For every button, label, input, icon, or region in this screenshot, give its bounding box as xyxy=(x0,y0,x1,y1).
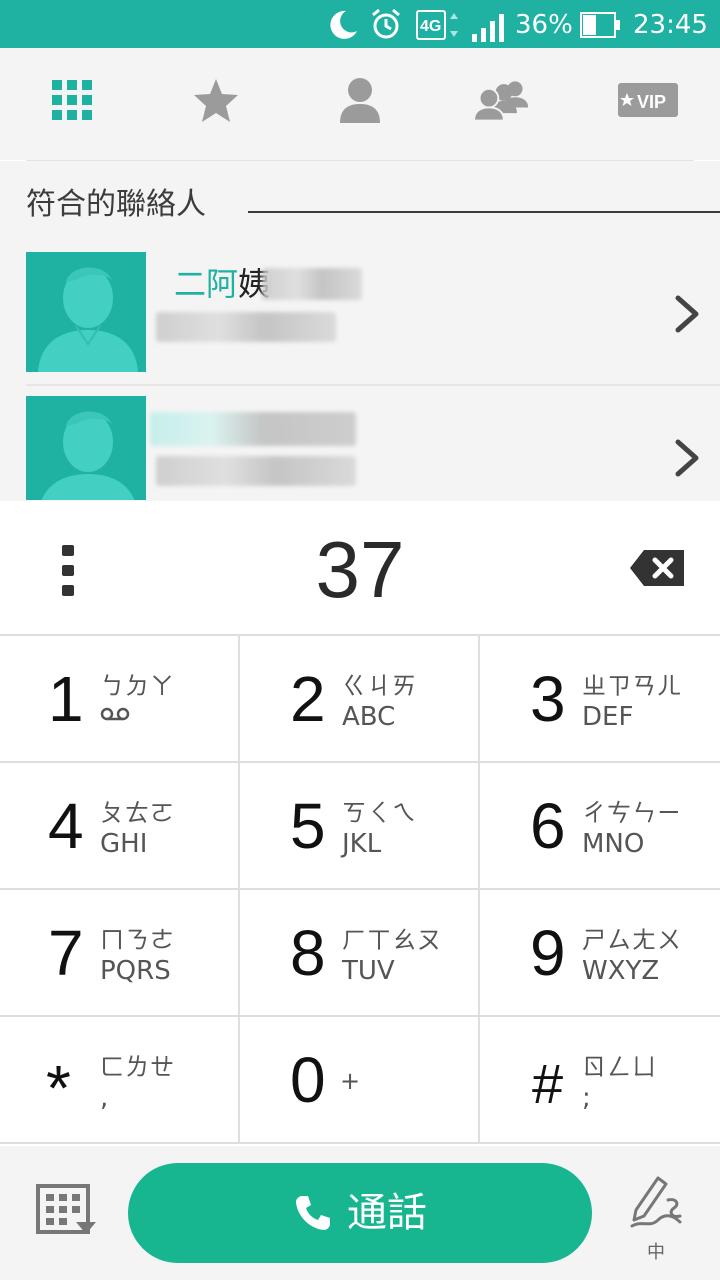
battery-percent: 36% xyxy=(515,10,573,40)
key-letters: GHI xyxy=(100,829,148,859)
key-5[interactable]: 5 ㄎㄑㄟ JKL xyxy=(240,763,480,890)
key-letters: PQRS xyxy=(100,956,171,986)
status-bar: 4G 36% 23:45 xyxy=(0,0,720,48)
key-zhuyin: ㄇㄋㄜ xyxy=(100,926,175,954)
tab-dialpad[interactable] xyxy=(44,76,100,124)
key-4[interactable]: 4 ㄆㄊㄛ GHI xyxy=(0,763,240,890)
key-hash[interactable]: # ㄖㄥㄩ ; xyxy=(480,1017,720,1144)
person-icon xyxy=(340,78,380,123)
divider xyxy=(26,160,694,161)
tab-bar: VIP xyxy=(0,48,720,160)
call-label: 通話 xyxy=(347,1190,427,1236)
key-digit: 3 xyxy=(530,663,566,735)
key-letters: , xyxy=(100,1083,109,1113)
key-letters: ABC xyxy=(342,702,396,732)
key-1[interactable]: 1 ㄅㄉㄚ xyxy=(0,636,240,763)
section-title: 符合的聯絡人 xyxy=(26,187,206,222)
tab-groups[interactable] xyxy=(474,76,530,124)
4g-icon: 4G xyxy=(416,10,458,40)
key-letters: TUV xyxy=(342,956,395,986)
grid-icon xyxy=(52,80,92,120)
contact-name-match: 二阿 xyxy=(174,265,239,303)
star-icon xyxy=(194,79,238,122)
key-zhuyin: ㄆㄊㄛ xyxy=(100,799,175,827)
chevron-right-icon[interactable] xyxy=(672,294,702,334)
key-2[interactable]: 2 ㄍㄐㄞ ABC xyxy=(240,636,480,763)
key-6[interactable]: 6 ㄔㄘㄣㄧ MNO xyxy=(480,763,720,890)
backspace-icon[interactable] xyxy=(628,548,686,588)
svg-text:VIP: VIP xyxy=(637,92,666,112)
blurred-phone-number xyxy=(156,312,336,342)
avatar xyxy=(26,396,146,500)
input-language-label: 中 xyxy=(647,1242,665,1263)
key-zhuyin: ㄈㄌㄝ xyxy=(100,1053,175,1081)
section-underline xyxy=(248,211,720,213)
key-zhuyin: ㄏㄒㄠㄡ xyxy=(342,926,442,954)
key-zhuyin: ㄍㄐㄞ xyxy=(342,672,417,700)
key-star[interactable]: * ㄈㄌㄝ , xyxy=(0,1017,240,1144)
key-zhuyin: ㄅㄉㄚ xyxy=(100,672,175,700)
default-avatar-icon xyxy=(41,411,135,500)
chevron-right-icon[interactable] xyxy=(672,438,702,478)
tab-contacts[interactable] xyxy=(332,76,388,124)
blurred-phone-number xyxy=(156,456,356,486)
dialed-number[interactable]: 37 xyxy=(260,520,460,620)
alarm-icon xyxy=(372,8,400,39)
handwriting-icon[interactable] xyxy=(628,1170,684,1230)
tab-favorites[interactable] xyxy=(188,76,244,124)
contact-name: 二阿姨 xyxy=(174,264,270,304)
key-digit: 4 xyxy=(48,790,84,862)
signal-icon xyxy=(472,14,504,42)
group-icon xyxy=(474,81,529,122)
avatar xyxy=(26,252,146,372)
key-digit: * xyxy=(46,1052,71,1124)
key-digit: 6 xyxy=(530,790,566,862)
voicemail-icon xyxy=(100,707,130,721)
key-digit: 5 xyxy=(290,790,326,862)
phone-icon xyxy=(296,1196,330,1230)
key-0[interactable]: 0 + xyxy=(240,1017,480,1144)
moon-icon xyxy=(330,10,357,39)
key-8[interactable]: 8 ㄏㄒㄠㄡ TUV xyxy=(240,890,480,1017)
default-avatar-icon xyxy=(38,267,138,372)
contact-row[interactable]: 二阿姨 xyxy=(26,252,720,380)
more-options-icon[interactable] xyxy=(56,543,80,599)
call-button[interactable]: 通話 xyxy=(128,1163,592,1263)
key-digit: # xyxy=(532,1052,564,1115)
blurred-name xyxy=(150,412,356,446)
key-9[interactable]: 9 ㄕㄙㄤㄨ WXYZ xyxy=(480,890,720,1017)
key-letters: ; xyxy=(582,1083,591,1113)
key-plus: + xyxy=(340,1067,362,1095)
key-digit: 2 xyxy=(290,663,326,735)
key-letters: DEF xyxy=(582,702,634,732)
tab-vip[interactable]: VIP xyxy=(618,76,678,124)
blurred-name xyxy=(262,268,362,300)
key-zhuyin: ㄎㄑㄟ xyxy=(342,799,417,827)
key-7[interactable]: 7 ㄇㄋㄜ PQRS xyxy=(0,890,240,1017)
key-digit: 7 xyxy=(48,917,84,989)
clock: 23:45 xyxy=(633,10,708,40)
row-separator xyxy=(26,384,720,386)
key-letters: JKL xyxy=(342,829,382,859)
key-zhuyin: ㄕㄙㄤㄨ xyxy=(582,926,682,954)
key-zhuyin: ㄓㄗㄢㄦ xyxy=(582,672,682,700)
key-zhuyin: ㄖㄥㄩ xyxy=(582,1053,657,1081)
key-digit: 0 xyxy=(290,1044,326,1116)
dialpad-toggle-icon[interactable] xyxy=(36,1184,96,1240)
battery-icon xyxy=(580,12,620,38)
key-zhuyin: ㄔㄘㄣㄧ xyxy=(582,799,682,827)
key-digit: 8 xyxy=(290,917,326,989)
key-3[interactable]: 3 ㄓㄗㄢㄦ DEF xyxy=(480,636,720,763)
vip-icon: VIP xyxy=(618,83,678,117)
key-letters: MNO xyxy=(582,829,645,859)
key-letters: WXYZ xyxy=(582,956,660,986)
key-digit: 9 xyxy=(530,917,566,989)
svg-text:4G: 4G xyxy=(420,18,441,35)
dialpad: 1 ㄅㄉㄚ 2 ㄍㄐㄞ ABC 3 ㄓㄗㄢㄦ DEF 4 ㄆㄊㄛ GHI 5 ㄎ… xyxy=(0,634,720,1146)
key-digit: 1 xyxy=(48,663,84,735)
